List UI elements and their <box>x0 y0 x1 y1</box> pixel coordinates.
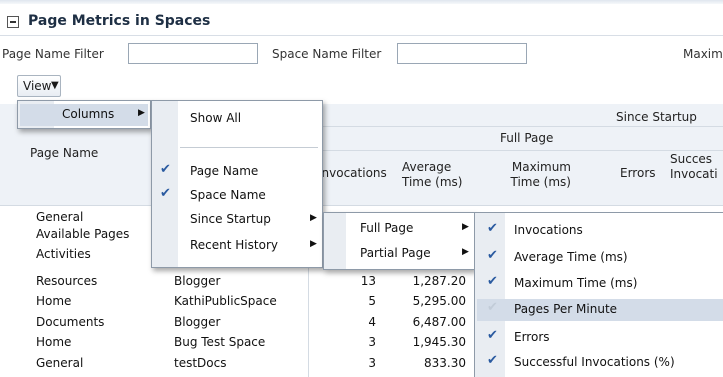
header-strip <box>0 0 723 4</box>
menu-item-average-time[interactable]: ✔ Average Time (ms) <box>477 247 723 269</box>
chevron-right-icon: ▶ <box>138 108 145 118</box>
columns-submenu: Show All ✔ Page Name ✔ Space Name Since … <box>151 100 323 268</box>
maximum-filter-label: Maxim <box>683 47 723 61</box>
table-row-invocations: 4 <box>368 315 376 329</box>
table-row-page: Home <box>36 335 72 349</box>
menu-item-space-name-label: Space Name <box>190 188 266 202</box>
checkmark-icon: ✔ <box>487 300 498 315</box>
table-row-space: Bug Test Space <box>174 335 266 349</box>
table-row-average: 1,945.30 <box>412 335 466 349</box>
errors-column-header[interactable]: Errors <box>620 166 656 180</box>
menu-item-page-name[interactable]: ✔ Page Name <box>154 161 320 183</box>
full-page-header: Full Page <box>500 131 554 145</box>
chevron-right-icon: ▶ <box>310 213 317 223</box>
menu-item-invocations-label: Invocations <box>514 223 583 237</box>
menu-item-partial-page[interactable]: Partial Page ▶ <box>326 243 472 265</box>
menu-item-recent-history[interactable]: Recent History ▶ <box>154 235 320 257</box>
menu-item-successful-invocations-label: Successful Invocations (%) <box>514 355 675 369</box>
checkmark-icon: ✔ <box>487 274 498 289</box>
chevron-down-icon: ▼ <box>51 80 59 91</box>
menu-item-maximum-time-label: Maximum Time (ms) <box>514 276 638 290</box>
table-row-page: Home <box>36 294 72 308</box>
checkmark-icon: ✔ <box>487 328 498 343</box>
header-divider <box>308 126 723 127</box>
table-row-invocations: 13 <box>360 274 376 288</box>
menu-item-recent-history-label: Recent History <box>190 238 278 252</box>
menu-item-space-name[interactable]: ✔ Space Name <box>154 185 320 207</box>
average-time-column-header[interactable]: Average Time (ms) <box>402 160 468 190</box>
table-row-invocations: 5 <box>368 294 376 308</box>
page-name-filter-label: Page Name Filter <box>2 47 104 61</box>
invocations-column-header[interactable]: Invocations <box>318 166 387 180</box>
table-row-invocations: 3 <box>368 356 376 370</box>
page-name-filter-input[interactable] <box>128 43 258 64</box>
menu-item-page-name-label: Page Name <box>190 164 259 178</box>
table-row-page: Resources <box>36 274 98 288</box>
menu-item-partial-page-label: Partial Page <box>360 246 431 260</box>
table-row-average: 5,295.00 <box>412 294 466 308</box>
checkmark-icon: ✔ <box>487 221 498 236</box>
menu-item-maximum-time[interactable]: ✔ Maximum Time (ms) <box>477 273 723 295</box>
menu-item-columns-label: Columns <box>62 107 115 121</box>
menu-item-invocations[interactable]: ✔ Invocations <box>477 220 723 242</box>
table-row-page: Available Pages <box>36 227 130 241</box>
view-dropdown-menu: Columns ▶ <box>17 100 151 129</box>
table-row-page: General <box>36 210 84 224</box>
table-row-average: 1,287.20 <box>412 274 466 288</box>
header-divider <box>308 150 723 151</box>
page-name-column-header[interactable]: Page Name <box>30 146 98 160</box>
table-row-space: Blogger <box>174 315 221 329</box>
maximum-time-column-header[interactable]: Maximum Time (ms) <box>505 160 572 190</box>
table-row-space: Blogger <box>174 274 221 288</box>
since-startup-submenu: Full Page ▶ Partial Page ▶ <box>323 212 475 270</box>
checkmark-icon: ✔ <box>160 186 171 201</box>
menu-item-average-time-label: Average Time (ms) <box>514 250 628 264</box>
table-row-page: Documents <box>36 315 105 329</box>
panel-header: Page Metrics in Spaces <box>0 0 723 36</box>
table-row-space: KathiPublicSpace <box>174 294 277 308</box>
table-row-invocations: 3 <box>368 335 376 349</box>
menu-item-since-startup-label: Since Startup <box>190 212 271 226</box>
chevron-right-icon: ▶ <box>462 247 469 257</box>
successful-invocations-column-header[interactable]: Succes Invocati <box>670 152 723 182</box>
since-startup-header: Since Startup <box>616 110 697 124</box>
table-row-page: General <box>36 356 84 370</box>
collapse-icon[interactable] <box>7 16 19 28</box>
menu-item-since-startup[interactable]: Since Startup ▶ <box>154 209 320 231</box>
menu-item-full-page[interactable]: Full Page ▶ <box>326 218 472 240</box>
space-name-filter-input[interactable] <box>397 43 527 64</box>
menu-item-pages-per-minute[interactable]: ✔ Pages Per Minute <box>477 299 723 321</box>
menu-item-errors[interactable]: ✔ Errors <box>477 327 723 349</box>
menu-item-pages-per-minute-label: Pages Per Minute <box>514 302 618 316</box>
view-menu-button[interactable]: View ▼ <box>17 75 61 97</box>
menu-item-successful-invocations[interactable]: ✔ Successful Invocations (%) <box>477 352 723 374</box>
menu-item-errors-label: Errors <box>514 330 550 344</box>
checkmark-icon: ✔ <box>160 162 171 177</box>
chevron-right-icon: ▶ <box>462 222 469 232</box>
table-row-average: 833.30 <box>424 356 466 370</box>
full-page-submenu: ✔ Invocations ✔ Average Time (ms) ✔ Maxi… <box>474 212 723 377</box>
menu-item-show-all[interactable]: Show All <box>154 108 320 130</box>
panel-title: Page Metrics in Spaces <box>28 13 211 29</box>
table-row-average: 6,487.00 <box>412 315 466 329</box>
menu-item-columns[interactable]: Columns ▶ <box>20 104 148 126</box>
menu-item-full-page-label: Full Page <box>360 221 414 235</box>
chevron-right-icon: ▶ <box>310 239 317 249</box>
checkmark-icon: ✔ <box>487 248 498 263</box>
checkmark-icon: ✔ <box>487 353 498 368</box>
view-label: View <box>23 79 52 93</box>
table-row-space: testDocs <box>174 356 227 370</box>
menu-separator <box>180 147 318 148</box>
space-name-filter-label: Space Name Filter <box>272 47 382 61</box>
table-row-page: Activities <box>36 247 91 261</box>
menu-item-show-all-label: Show All <box>190 111 242 125</box>
